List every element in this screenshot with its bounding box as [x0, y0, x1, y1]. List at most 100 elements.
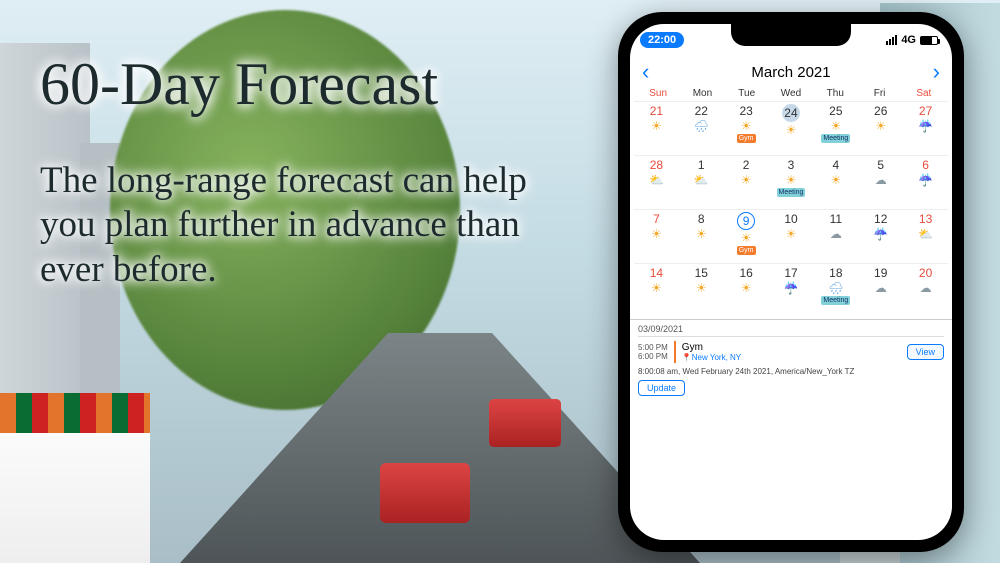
- weather-icon: ☀: [786, 227, 797, 241]
- weather-icon: ☔: [784, 281, 799, 295]
- weather-icon: ☁: [920, 281, 932, 295]
- day-number: 21: [650, 104, 663, 118]
- calendar-day-cell[interactable]: 13⛅: [903, 209, 948, 263]
- calendar-day-cell[interactable]: 24☀: [769, 101, 814, 155]
- calendar-day-cell[interactable]: 21☀: [634, 101, 679, 155]
- calendar-day-cell[interactable]: 27☔: [903, 101, 948, 155]
- day-number: 19: [874, 266, 887, 280]
- day-number: 4: [833, 158, 840, 172]
- calendar-day-cell[interactable]: 6☔: [903, 155, 948, 209]
- event-title: Gym: [682, 342, 741, 353]
- weather-icon: ☀: [741, 281, 752, 295]
- calendar-day-cell[interactable]: 1⛅: [679, 155, 724, 209]
- calendar-grid: 21☀22🌧23☀Gym24☀25☀Meeting26☀27☔28⛅1⛅2☀3☀…: [630, 99, 952, 319]
- phone-notch: [731, 24, 851, 46]
- update-button[interactable]: Update: [638, 380, 685, 396]
- day-number: 16: [739, 266, 752, 280]
- calendar-day-cell[interactable]: 22🌧: [679, 101, 724, 155]
- event-color-bar: [674, 341, 676, 363]
- calendar-day-cell[interactable]: 12☔: [858, 209, 903, 263]
- event-location: 📍New York, NY: [682, 353, 741, 362]
- promo-headline: 60-Day Forecast The long-range forecast …: [40, 50, 580, 292]
- calendar-navbar: ‹ March 2021 ›: [630, 56, 952, 88]
- calendar-day-cell[interactable]: 17☔: [769, 263, 814, 317]
- event-detail-panel: 03/09/2021 5:00 PM 6:00 PM Gym 📍New York…: [630, 319, 952, 402]
- calendar-day-cell[interactable]: 7☀: [634, 209, 679, 263]
- calendar-day-cell[interactable]: 23☀Gym: [724, 101, 769, 155]
- event-chip: Meeting: [777, 188, 806, 197]
- day-number: 7: [653, 212, 660, 226]
- calendar-day-cell[interactable]: 5☁: [858, 155, 903, 209]
- day-number: 10: [784, 212, 797, 226]
- event-chip: Meeting: [821, 296, 850, 305]
- weather-icon: ☀: [741, 231, 752, 245]
- day-number: 2: [743, 158, 750, 172]
- detail-date: 03/09/2021: [638, 324, 944, 337]
- calendar-day-cell[interactable]: 8☀: [679, 209, 724, 263]
- weather-icon: ⛅: [694, 173, 709, 187]
- view-event-button[interactable]: View: [907, 344, 944, 360]
- day-number: 27: [919, 104, 932, 118]
- day-number: 23: [739, 104, 752, 118]
- event-times: 5:00 PM 6:00 PM: [638, 343, 668, 361]
- weekday-header: SunMonTueWedThuFriSat: [630, 88, 952, 99]
- headline-title: 60-Day Forecast: [40, 50, 580, 119]
- weather-icon: ☀: [830, 119, 841, 133]
- weather-icon: ☔: [918, 119, 933, 133]
- network-label: 4G: [901, 34, 916, 46]
- weather-icon: ⛅: [649, 173, 664, 187]
- day-number: 5: [877, 158, 884, 172]
- weekday-label: Sat: [902, 88, 946, 99]
- day-number: 11: [830, 212, 842, 226]
- weather-icon: ☀: [830, 173, 841, 187]
- calendar-day-cell[interactable]: 4☀: [813, 155, 858, 209]
- calendar-day-cell[interactable]: 19☁: [858, 263, 903, 317]
- event-end: 6:00 PM: [638, 352, 668, 361]
- weather-icon: ☀: [651, 227, 662, 241]
- weather-icon: ☀: [741, 119, 752, 133]
- prev-month-button[interactable]: ‹: [642, 59, 649, 85]
- calendar-day-cell[interactable]: 3☀Meeting: [769, 155, 814, 209]
- next-month-button[interactable]: ›: [933, 59, 940, 85]
- weather-icon: 🌧: [694, 119, 709, 133]
- weather-icon: ☁: [875, 281, 887, 295]
- weekday-label: Sun: [636, 88, 680, 99]
- weather-icon: ☀: [696, 281, 707, 295]
- status-right: 4G: [886, 34, 938, 46]
- calendar-day-cell[interactable]: 14☀: [634, 263, 679, 317]
- signal-icon: [886, 35, 897, 45]
- weekday-label: Thu: [813, 88, 857, 99]
- day-number: 12: [874, 212, 887, 226]
- calendar-day-cell[interactable]: 18🌧Meeting: [813, 263, 858, 317]
- calendar-day-cell[interactable]: 11☁: [813, 209, 858, 263]
- calendar-day-cell[interactable]: 2☀: [724, 155, 769, 209]
- weather-icon: ☀: [651, 281, 662, 295]
- month-title: March 2021: [751, 64, 830, 81]
- calendar-day-cell[interactable]: 20☁: [903, 263, 948, 317]
- event-start: 5:00 PM: [638, 343, 668, 352]
- day-number: 15: [695, 266, 708, 280]
- day-number: 28: [650, 158, 663, 172]
- calendar-day-cell[interactable]: 15☀: [679, 263, 724, 317]
- calendar-day-cell[interactable]: 26☀: [858, 101, 903, 155]
- weather-icon: ☀: [696, 227, 707, 241]
- weekday-label: Fri: [857, 88, 901, 99]
- weekday-label: Mon: [680, 88, 724, 99]
- weather-icon: ☀: [741, 173, 752, 187]
- calendar-day-cell[interactable]: 28⛅: [634, 155, 679, 209]
- calendar-day-cell[interactable]: 9☀Gym: [724, 209, 769, 263]
- calendar-day-cell[interactable]: 25☀Meeting: [813, 101, 858, 155]
- event-row[interactable]: 5:00 PM 6:00 PM Gym 📍New York, NY View: [638, 341, 944, 363]
- weekday-label: Tue: [725, 88, 769, 99]
- location-pin-icon: 📍: [682, 353, 692, 362]
- calendar-day-cell[interactable]: 16☀: [724, 263, 769, 317]
- weather-icon: ☁: [875, 173, 887, 187]
- phone-screen: 22:00 4G ‹ March 2021 › SunMonTueWedThuF…: [630, 24, 952, 540]
- day-number: 1: [698, 158, 705, 172]
- day-number: 13: [919, 212, 932, 226]
- event-info: Gym 📍New York, NY: [682, 342, 741, 362]
- status-time: 22:00: [640, 32, 684, 48]
- calendar-day-cell[interactable]: 10☀: [769, 209, 814, 263]
- weather-icon: ☀: [875, 119, 886, 133]
- day-number: 25: [829, 104, 842, 118]
